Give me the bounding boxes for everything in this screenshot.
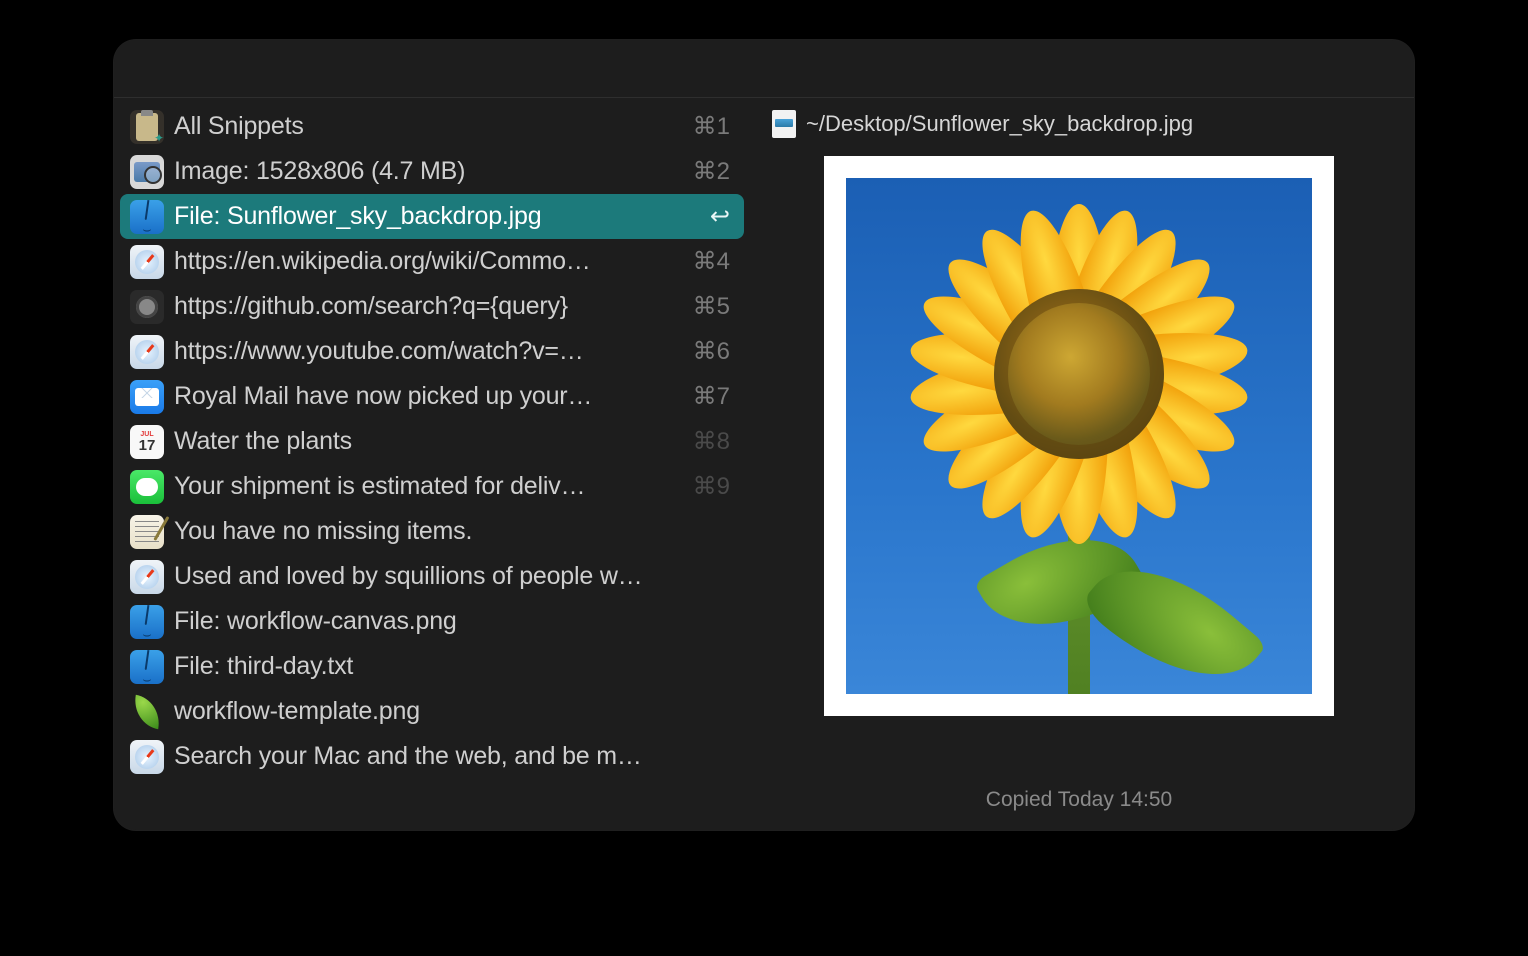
list-item[interactable]: https://github.com/search?q={query} ⌘5 bbox=[120, 284, 744, 329]
finder-icon bbox=[130, 200, 164, 234]
list-item-shortcut: ↩ bbox=[710, 202, 730, 231]
list-item-label: Used and loved by squillions of people w… bbox=[174, 562, 730, 591]
results-list: All Snippets ⌘1 Image: 1528x806 (4.7 MB) ⌘2… bbox=[114, 98, 750, 830]
finder-icon bbox=[130, 650, 164, 684]
list-item-label: https://github.com/search?q={query} bbox=[174, 292, 683, 321]
list-item-label: File: third-day.txt bbox=[174, 652, 730, 681]
list-item-shortcut: ⌘2 bbox=[693, 157, 730, 186]
list-item-shortcut: ⌘8 bbox=[693, 427, 730, 456]
messages-icon bbox=[130, 470, 164, 504]
list-item-label: Image: 1528x806 (4.7 MB) bbox=[174, 157, 683, 186]
list-item-label: Your shipment is estimated for deliv… bbox=[174, 472, 683, 501]
list-item[interactable]: All Snippets ⌘1 bbox=[120, 104, 744, 149]
leaf-icon bbox=[130, 695, 164, 729]
list-item-label: https://www.youtube.com/watch?v=… bbox=[174, 337, 683, 366]
preview-pane: ~/Desktop/Sunflower_sky_backdrop.jpg Cop… bbox=[750, 98, 1414, 830]
list-item[interactable]: You have no missing items. bbox=[120, 509, 744, 554]
list-item[interactable]: Used and loved by squillions of people w… bbox=[120, 554, 744, 599]
list-item[interactable]: https://www.youtube.com/watch?v=… ⌘6 bbox=[120, 329, 744, 374]
mail-icon bbox=[130, 380, 164, 414]
list-item[interactable]: File: third-day.txt bbox=[120, 644, 744, 689]
list-item-shortcut: ⌘9 bbox=[693, 472, 730, 501]
panel-body: All Snippets ⌘1 Image: 1528x806 (4.7 MB) ⌘2… bbox=[114, 98, 1414, 830]
sunflower-image bbox=[846, 178, 1312, 694]
search-bar bbox=[114, 40, 1414, 98]
list-item-label: File: Sunflower_sky_backdrop.jpg bbox=[174, 202, 700, 231]
list-item-label: Royal Mail have now picked up your… bbox=[174, 382, 683, 411]
preview-image[interactable] bbox=[824, 156, 1334, 716]
list-item-shortcut: ⌘6 bbox=[693, 337, 730, 366]
safari-icon bbox=[130, 560, 164, 594]
list-item-shortcut: ⌘1 bbox=[693, 112, 730, 141]
list-item[interactable]: https://en.wikipedia.org/wiki/Commo… ⌘4 bbox=[120, 239, 744, 284]
list-item[interactable]: Search your Mac and the web, and be m… bbox=[120, 734, 744, 779]
list-item-shortcut: ⌘7 bbox=[693, 382, 730, 411]
safari-icon bbox=[130, 335, 164, 369]
search-input[interactable] bbox=[132, 53, 1396, 84]
list-item[interactable]: JUL17 Water the plants ⌘8 bbox=[120, 419, 744, 464]
gear-icon bbox=[130, 290, 164, 324]
preview-image-container bbox=[772, 156, 1386, 770]
list-item[interactable]: Your shipment is estimated for deliv… ⌘9 bbox=[120, 464, 744, 509]
list-item-shortcut: ⌘4 bbox=[693, 247, 730, 276]
preview-path: ~/Desktop/Sunflower_sky_backdrop.jpg bbox=[806, 111, 1193, 137]
list-item-label: https://en.wikipedia.org/wiki/Commo… bbox=[174, 247, 683, 276]
list-item-label: workflow-template.png bbox=[174, 697, 730, 726]
preview-header: ~/Desktop/Sunflower_sky_backdrop.jpg bbox=[772, 110, 1386, 138]
finder-icon bbox=[130, 605, 164, 639]
list-item[interactable]: Royal Mail have now picked up your… ⌘7 bbox=[120, 374, 744, 419]
list-item[interactable]: workflow-template.png bbox=[120, 689, 744, 734]
notes-icon bbox=[130, 515, 164, 549]
clipboard-icon bbox=[130, 110, 164, 144]
list-item-label: All Snippets bbox=[174, 112, 683, 141]
preview-app-icon bbox=[130, 155, 164, 189]
list-item-label: Water the plants bbox=[174, 427, 683, 456]
clipboard-panel: All Snippets ⌘1 Image: 1528x806 (4.7 MB) ⌘2… bbox=[114, 40, 1414, 830]
list-item-label: File: workflow-canvas.png bbox=[174, 607, 730, 636]
list-item-label: You have no missing items. bbox=[174, 517, 730, 546]
list-item[interactable]: Image: 1528x806 (4.7 MB) ⌘2 bbox=[120, 149, 744, 194]
list-item[interactable]: File: Sunflower_sky_backdrop.jpg ↩ bbox=[120, 194, 744, 239]
safari-icon bbox=[130, 245, 164, 279]
list-item[interactable]: File: workflow-canvas.png bbox=[120, 599, 744, 644]
safari-icon bbox=[130, 740, 164, 774]
list-item-shortcut: ⌘5 bbox=[693, 292, 730, 321]
preview-footer: Copied Today 14:50 bbox=[772, 788, 1386, 812]
file-icon bbox=[772, 110, 796, 138]
list-item-label: Search your Mac and the web, and be m… bbox=[174, 742, 730, 771]
calendar-icon: JUL17 bbox=[130, 425, 164, 459]
